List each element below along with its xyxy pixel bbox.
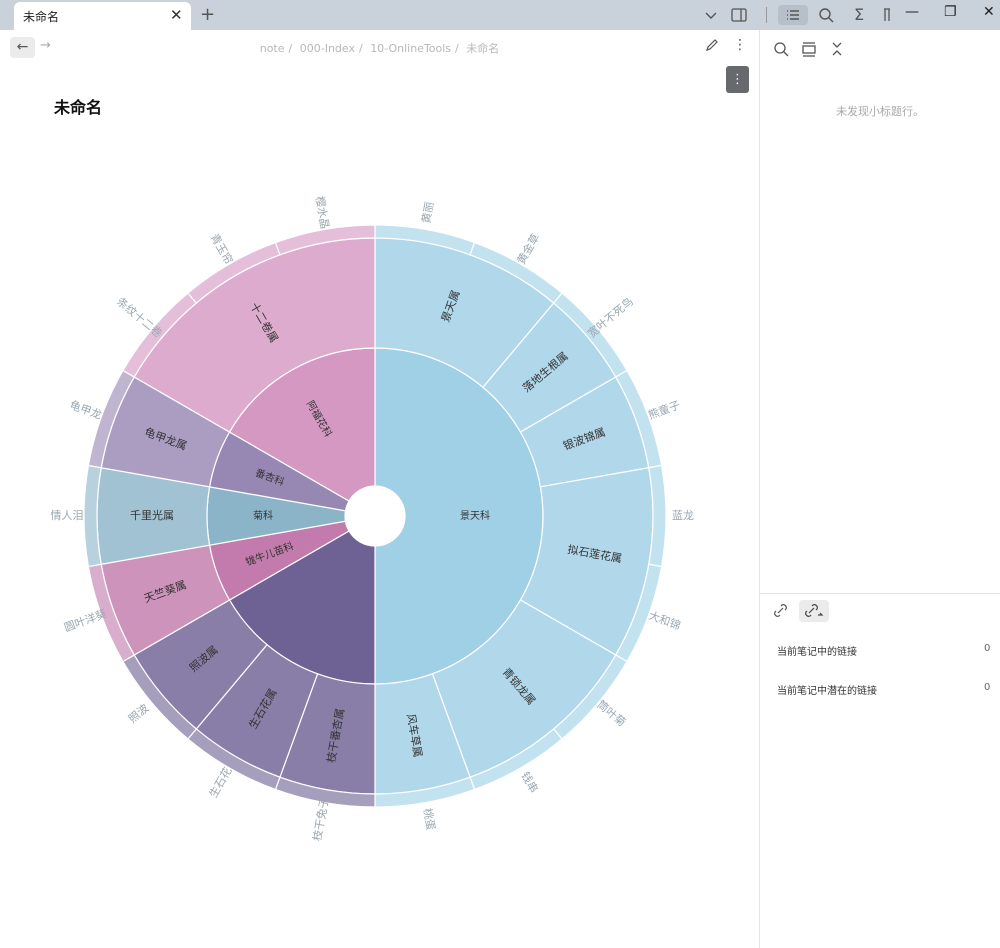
species-label: 青玉帘 xyxy=(208,231,237,267)
species-label: 宽叶不死鸟 xyxy=(585,294,636,340)
search-icon[interactable] xyxy=(816,5,836,25)
links-in-note-label[interactable]: 当前笔记中的链接 xyxy=(777,643,857,658)
restore-icon[interactable]: ❐ xyxy=(944,4,957,20)
potential-links-count: 0 xyxy=(984,682,991,693)
sigma-icon[interactable]: Σ xyxy=(849,5,869,25)
pin-icon[interactable] xyxy=(877,5,897,25)
species-label: 樱水晶 xyxy=(313,195,332,230)
species-label: 钱串 xyxy=(518,769,541,795)
species-label: 蓝龙 xyxy=(672,509,694,522)
panel-hdivider xyxy=(760,593,1000,594)
layout-icon[interactable] xyxy=(800,40,818,58)
outgoing-link-icon[interactable] xyxy=(770,600,796,622)
species-label: 圆叶洋葵 xyxy=(62,606,108,634)
outline-empty-message: 未发现小标题行。 xyxy=(836,105,924,118)
species-label: 熊童子 xyxy=(646,397,682,421)
species-label: 筒叶菊 xyxy=(594,697,628,729)
species-label: 龟甲龙 xyxy=(68,398,103,422)
sunburst-chart: 黄丽黄金草景天属 宽叶不死鸟落地生根属熊童子银波锦属蓝龙大和锦拟石莲花属筒叶菊钱串… xyxy=(51,195,695,842)
species-label: 枝干兔子 xyxy=(310,796,331,842)
tabbar-divider xyxy=(766,7,767,23)
backlink-icon[interactable] xyxy=(799,600,829,622)
family-label: 菊科 xyxy=(253,509,273,522)
genus-label: 千里光属 xyxy=(130,508,174,522)
outline-icon[interactable] xyxy=(778,5,808,25)
collapse-icon[interactable] xyxy=(828,40,846,58)
search-icon[interactable] xyxy=(772,40,790,58)
species-label: 黄丽 xyxy=(419,200,437,224)
species-label: 照波 xyxy=(126,702,151,726)
species-label: 桃蛋 xyxy=(421,807,439,831)
species-label: 生石花 xyxy=(206,764,235,800)
potential-links-label[interactable]: 当前笔记中潜在的链接 xyxy=(777,682,877,697)
species-label: 大和锦 xyxy=(647,608,683,632)
species-label: 情人泪 xyxy=(51,509,84,522)
species-label: 黄金草 xyxy=(514,231,543,267)
family-label: 景天科 xyxy=(460,509,490,522)
close-icon[interactable]: ✕ xyxy=(983,4,995,20)
species-label: 条纹十二卷 xyxy=(114,294,165,340)
panel-divider xyxy=(759,30,760,948)
minimize-icon[interactable]: — xyxy=(905,4,919,20)
links-in-note-count: 0 xyxy=(984,643,991,654)
